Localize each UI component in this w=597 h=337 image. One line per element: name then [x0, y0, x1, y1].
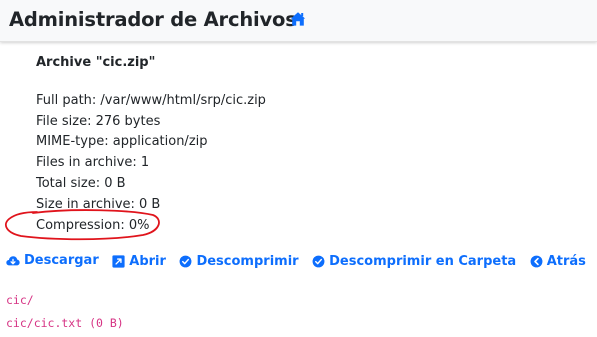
info-compression: Compression: 0%	[36, 217, 150, 233]
archive-details: Archive "cic.zip" Full path: /var/www/ht…	[36, 53, 266, 236]
info-files-in-archive: Files in archive: 1	[36, 155, 150, 171]
list-item: cic/	[6, 293, 34, 307]
home-link[interactable]	[290, 11, 306, 27]
list-item: cic/cic.txt (0 B)	[6, 316, 124, 330]
extract-to-folder-button[interactable]: Descomprimir en Carpeta	[312, 254, 516, 269]
check-circle-icon	[312, 255, 325, 267]
archive-file-list: cic/ cic/cic.txt (0 B)	[6, 289, 124, 335]
info-file-size: File size: 276 bytes	[36, 113, 161, 129]
back-label: Atrás	[546, 253, 586, 269]
external-link-icon	[112, 254, 125, 268]
check-circle-icon	[180, 255, 192, 267]
top-navbar: Administrador de Archivos	[0, 0, 597, 42]
info-full-path: Full path: /var/www/html/srp/cic.zip	[36, 92, 266, 108]
extract-label: Descomprimir	[196, 253, 299, 269]
download-button[interactable]: Descargar	[6, 253, 99, 268]
back-button[interactable]: Atrás	[530, 254, 586, 269]
home-icon	[290, 12, 306, 26]
open-button[interactable]: Abrir	[112, 254, 166, 269]
archive-title: Archive "cic.zip"	[36, 55, 156, 70]
action-bar: Descargar Abrir Descomprimir Descomprimi…	[6, 253, 595, 272]
open-label: Abrir	[129, 253, 166, 269]
info-mime-type: MIME-type: application/zip	[36, 134, 208, 150]
info-size-in-archive: Size in archive: 0 B	[36, 196, 161, 212]
cloud-download-icon	[6, 255, 20, 265]
app-title[interactable]: Administrador de Archivos	[9, 8, 297, 31]
arrow-left-circle-icon	[530, 255, 543, 267]
info-total-size: Total size: 0 B	[36, 175, 126, 191]
extract-to-folder-label: Descomprimir en Carpeta	[329, 253, 517, 269]
download-label: Descargar	[24, 253, 99, 268]
extract-button[interactable]: Descomprimir	[179, 253, 299, 269]
